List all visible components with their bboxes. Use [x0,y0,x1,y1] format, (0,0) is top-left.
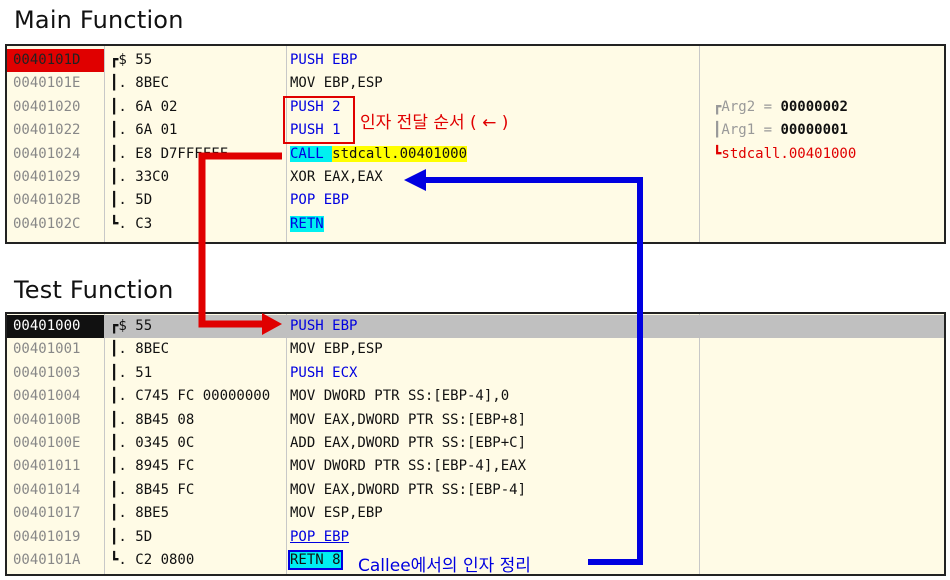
red-arrow-head [262,313,282,335]
return-flow-arrow [424,177,643,565]
blue-arrow-head [404,169,426,191]
flow-arrows [198,152,643,565]
call-flow-arrow [198,152,282,328]
